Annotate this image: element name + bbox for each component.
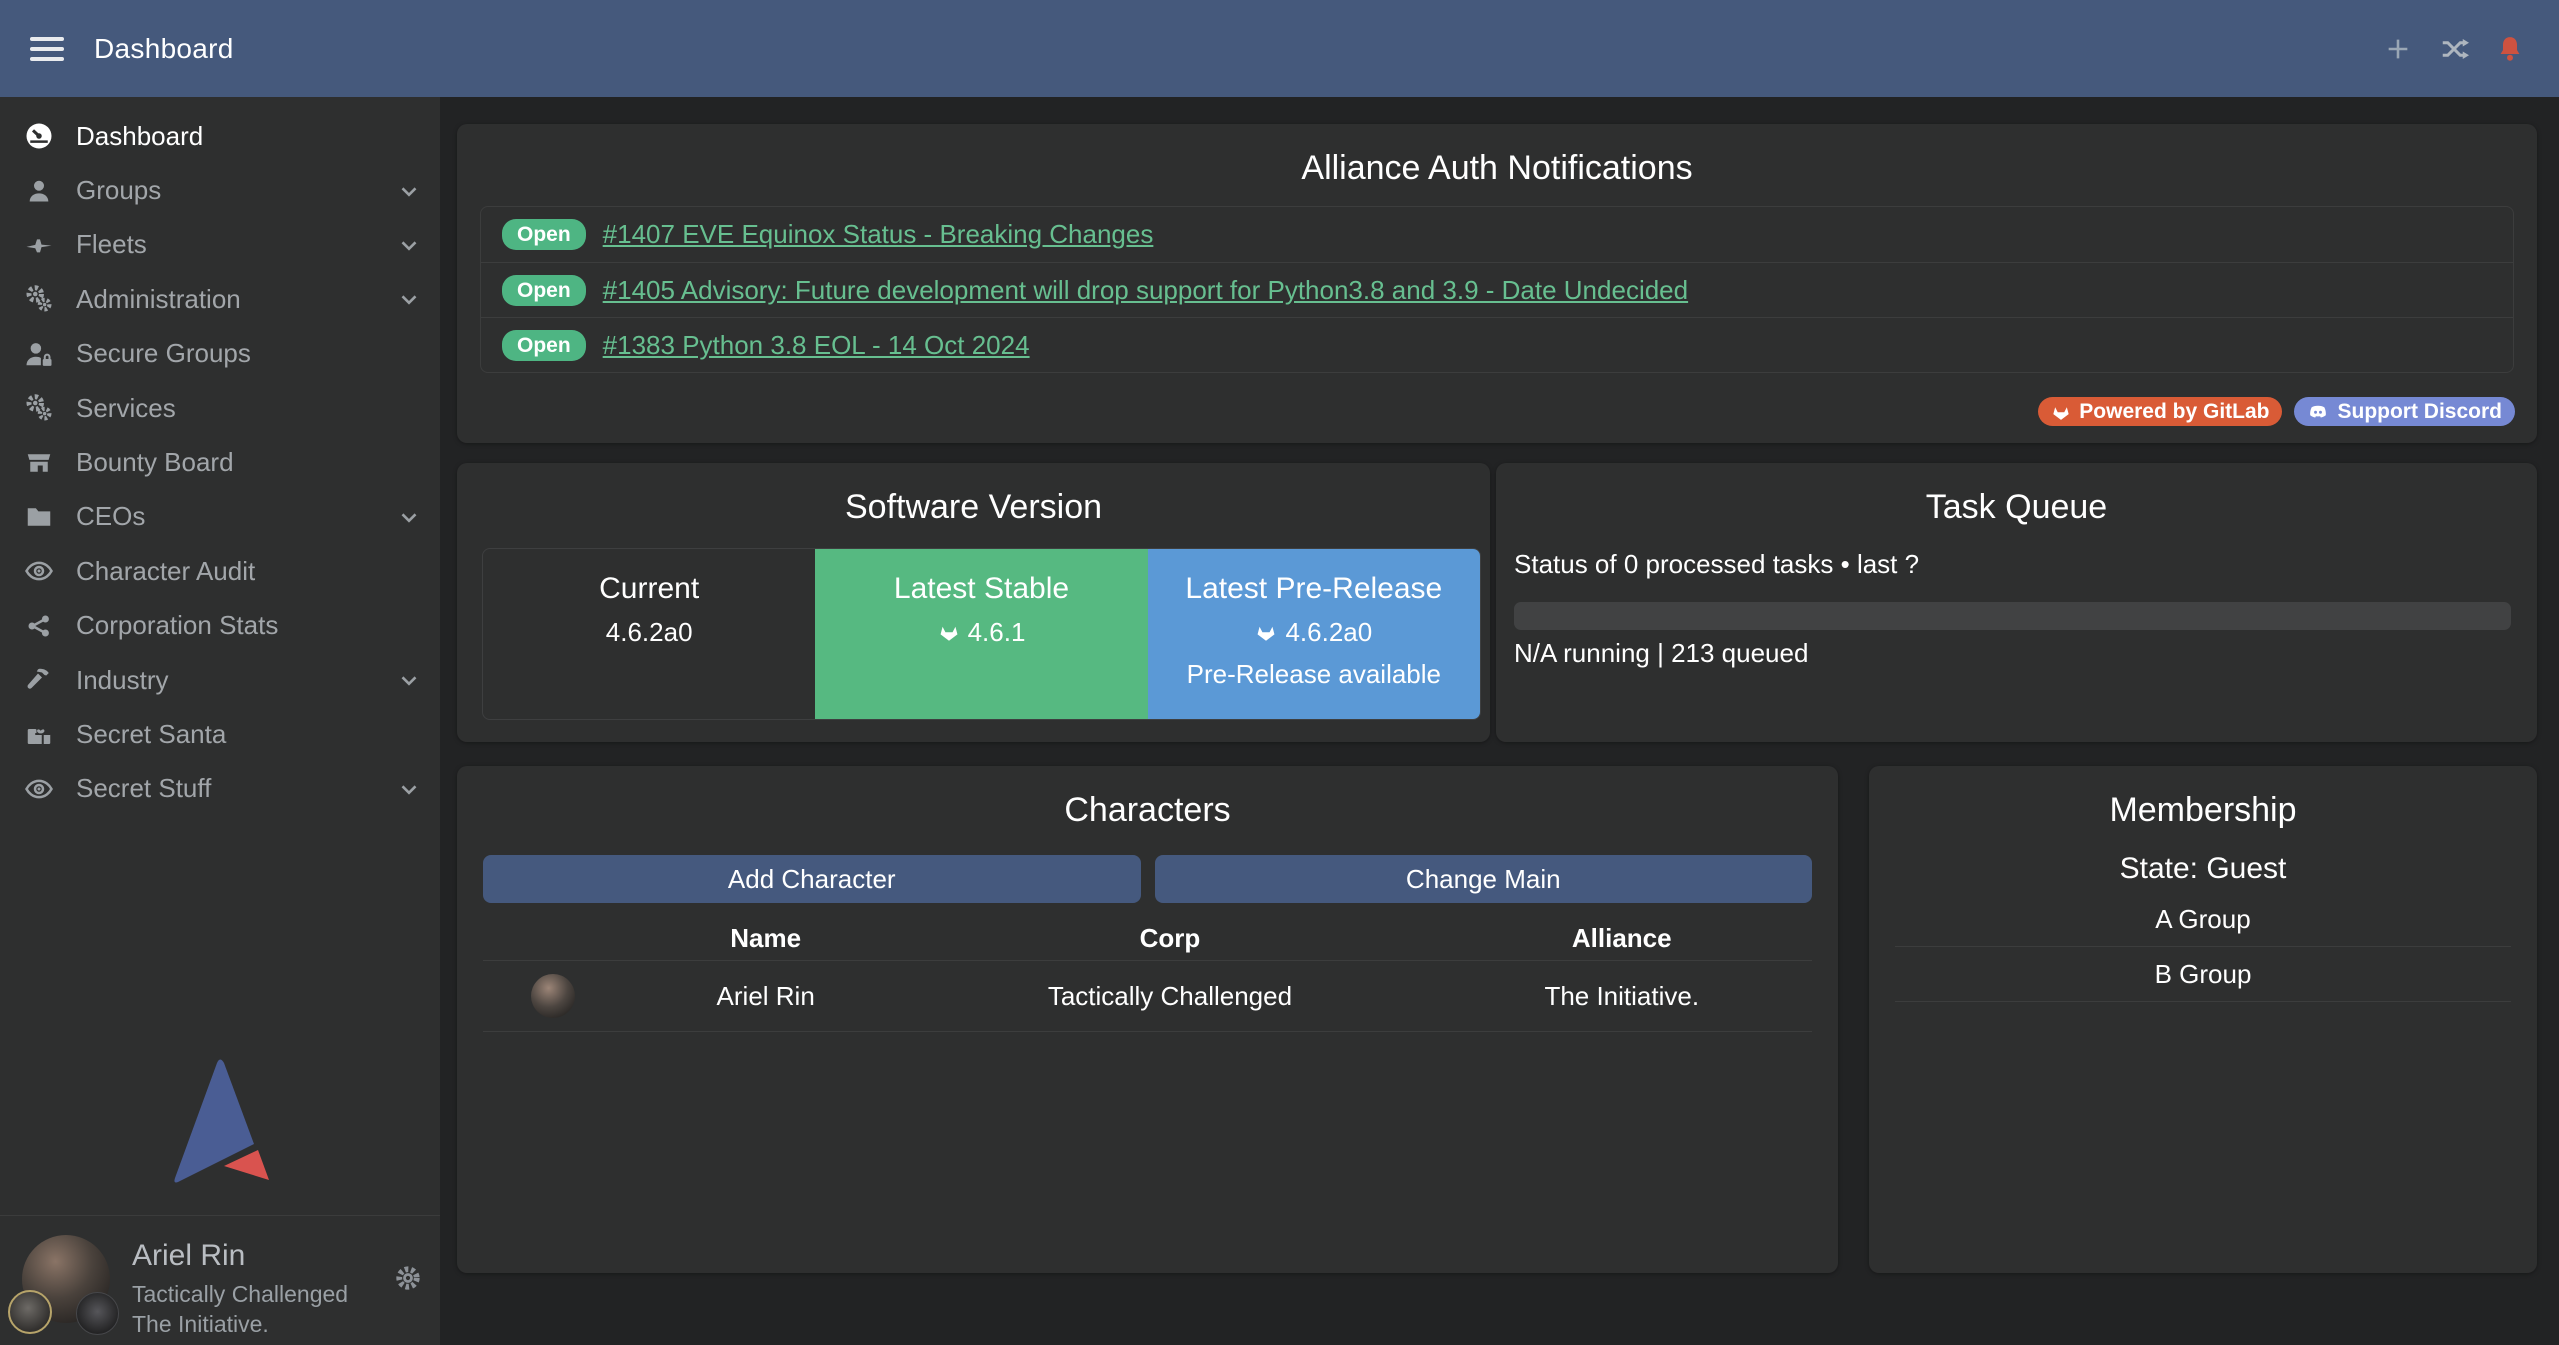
user-lock-icon: [24, 339, 54, 369]
gitlab-badge[interactable]: Powered by GitLab: [2038, 397, 2282, 426]
notification-item: Open #1405 Advisory: Future development …: [481, 262, 2513, 317]
sidebar: Dashboard Groups Fleets: [0, 97, 440, 1345]
footer-badges: Powered by GitLab Support Discord: [2038, 397, 2515, 426]
notification-link[interactable]: #1407 EVE Equinox Status - Breaking Chan…: [603, 219, 1154, 250]
software-version-panel: Software Version Current 4.6.2a0 Latest …: [457, 463, 1490, 742]
fighter-jet-icon: [24, 230, 54, 260]
status-badge: Open: [502, 219, 586, 250]
characters-panel: Characters Add Character Change Main Nam…: [457, 766, 1838, 1273]
corp-logo-badge: [8, 1290, 52, 1334]
folder-icon: [24, 502, 54, 532]
gitlab-icon: [938, 621, 960, 643]
add-character-button[interactable]: Add Character: [483, 855, 1141, 903]
sidebar-item-ceos[interactable]: CEOs: [0, 490, 440, 544]
sidebar-item-administration[interactable]: Administration: [0, 272, 440, 326]
sidebar-item-corporation-stats[interactable]: Corporation Stats: [0, 599, 440, 653]
notification-item: Open #1407 EVE Equinox Status - Breaking…: [481, 207, 2513, 262]
sidebar-item-secure-groups[interactable]: Secure Groups: [0, 327, 440, 381]
eye-icon: [24, 774, 54, 804]
software-version-title: Software Version: [457, 463, 1490, 527]
chevron-down-icon: [396, 286, 422, 312]
notification-link[interactable]: #1383 Python 3.8 EOL - 14 Oct 2024: [603, 330, 1030, 361]
task-queue-summary: N/A running | 213 queued: [1514, 638, 1808, 669]
col-header-alliance: Alliance: [1432, 923, 1812, 954]
user-corp: Tactically Challenged: [132, 1281, 348, 1308]
col-header-name: Name: [623, 923, 908, 954]
chevron-down-icon: [396, 504, 422, 530]
list-item: B Group: [1895, 947, 2511, 1002]
table-row: Ariel Rin Tactically Challenged The Init…: [483, 961, 1812, 1031]
chevron-down-icon: [396, 667, 422, 693]
cell-name: Ariel Rin: [623, 981, 908, 1012]
task-queue-title: Task Queue: [1496, 463, 2537, 527]
gear-icon[interactable]: [394, 1264, 422, 1292]
chevron-down-icon: [396, 178, 422, 204]
sidebar-item-services[interactable]: Services: [0, 381, 440, 435]
page-title: Dashboard: [94, 33, 234, 65]
membership-title: Membership: [1869, 766, 2537, 830]
sidebar-item-secret-santa[interactable]: Secret Santa: [0, 707, 440, 761]
cell-alliance: The Initiative.: [1432, 981, 1812, 1012]
notifications-panel: Alliance Auth Notifications Open #1407 E…: [457, 124, 2537, 443]
sidebar-item-groups[interactable]: Groups: [0, 163, 440, 217]
task-queue-progressbar: [1514, 602, 2511, 630]
alliance-auth-logo: [158, 1055, 282, 1185]
status-badge: Open: [502, 275, 586, 306]
notifications-list: Open #1407 EVE Equinox Status - Breaking…: [480, 206, 2514, 373]
sidebar-item-character-audit[interactable]: Character Audit: [0, 544, 440, 598]
chevron-down-icon: [396, 232, 422, 258]
characters-title: Characters: [457, 766, 1838, 830]
status-badge: Open: [502, 330, 586, 361]
gitlab-icon: [1255, 621, 1277, 643]
gauge-icon: [24, 121, 54, 151]
characters-table-header: Name Corp Alliance: [483, 916, 1812, 960]
sidebar-item-fleets[interactable]: Fleets: [0, 218, 440, 272]
alliance-logo-badge: [76, 1292, 119, 1335]
sidebar-item-bounty-board[interactable]: Bounty Board: [0, 435, 440, 489]
user-icon: [24, 176, 54, 206]
change-main-button[interactable]: Change Main: [1155, 855, 1813, 903]
top-navbar: Dashboard: [0, 0, 2559, 97]
version-cell-current: Current 4.6.2a0: [483, 549, 815, 719]
software-version-table: Current 4.6.2a0 Latest Stable 4.6.1 Late…: [482, 548, 1481, 720]
cell-corp: Tactically Challenged: [908, 981, 1431, 1012]
plus-icon[interactable]: [2383, 34, 2413, 64]
sidebar-item-secret-stuff[interactable]: Secret Stuff: [0, 762, 440, 816]
share-nodes-icon: [24, 611, 54, 641]
shuffle-icon[interactable]: [2439, 34, 2469, 64]
character-portrait: [531, 974, 575, 1018]
user-alliance: The Initiative.: [132, 1311, 269, 1338]
hamburger-menu-icon[interactable]: [30, 37, 64, 61]
task-queue-status: Status of 0 processed tasks • last ?: [1514, 549, 1919, 580]
discord-badge[interactable]: Support Discord: [2294, 397, 2515, 426]
notification-item: Open #1383 Python 3.8 EOL - 14 Oct 2024: [481, 317, 2513, 372]
list-item: A Group: [1895, 892, 2511, 947]
sidebar-item-industry[interactable]: Industry: [0, 653, 440, 707]
hammer-icon: [24, 665, 54, 695]
membership-groups-list: A Group B Group: [1895, 892, 2511, 1002]
version-cell-stable: Latest Stable 4.6.1: [815, 549, 1147, 719]
version-cell-prerelease: Latest Pre-Release 4.6.2a0 Pre-Release a…: [1148, 549, 1480, 719]
notifications-title: Alliance Auth Notifications: [457, 124, 2537, 188]
col-header-corp: Corp: [908, 923, 1431, 954]
bell-icon[interactable]: [2495, 34, 2525, 64]
shop-icon: [24, 448, 54, 478]
gifts-icon: [24, 719, 54, 749]
gears-icon: [24, 284, 54, 314]
task-queue-panel: Task Queue Status of 0 processed tasks •…: [1496, 463, 2537, 742]
membership-panel: Membership State: Guest A Group B Group: [1869, 766, 2537, 1273]
notification-link[interactable]: #1405 Advisory: Future development will …: [603, 275, 1688, 306]
sidebar-menu: Dashboard Groups Fleets: [0, 97, 440, 816]
gears-icon: [24, 393, 54, 423]
user-panel: Ariel Rin Tactically Challenged The Init…: [0, 1216, 440, 1345]
sidebar-item-dashboard[interactable]: Dashboard: [0, 109, 440, 163]
discord-icon: [2307, 401, 2329, 423]
gitlab-icon: [2051, 402, 2071, 422]
table-divider: [483, 1031, 1812, 1032]
user-name: Ariel Rin: [132, 1239, 245, 1273]
membership-state: State: Guest: [1869, 852, 2537, 886]
chevron-down-icon: [396, 776, 422, 802]
eye-icon: [24, 556, 54, 586]
alliance-auth-dashboard: Dashboard: [0, 0, 2559, 1345]
